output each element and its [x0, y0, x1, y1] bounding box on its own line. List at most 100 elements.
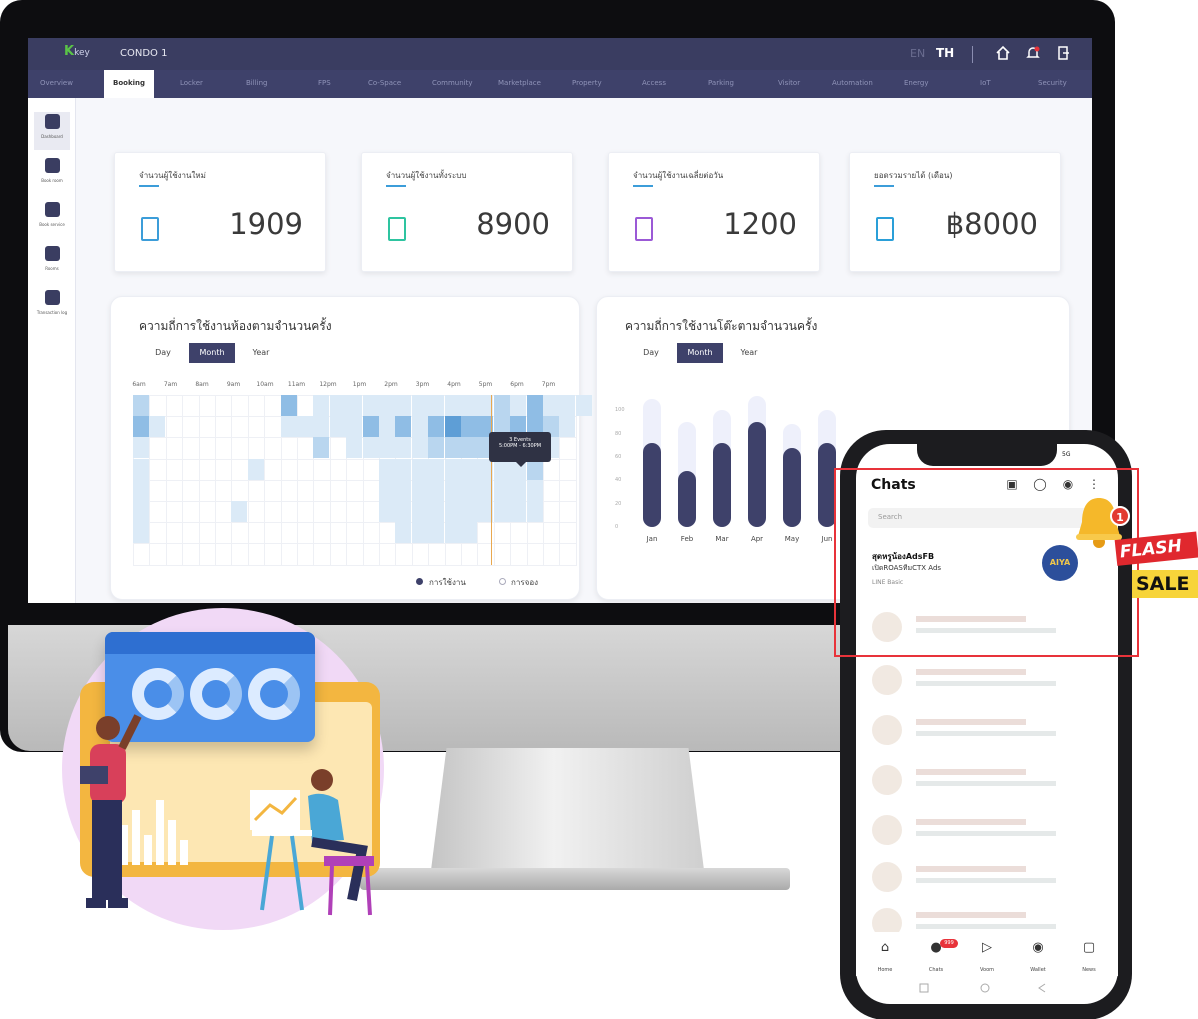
heatmap-cell[interactable] [133, 437, 149, 459]
heatmap-cell[interactable] [395, 395, 412, 416]
heatmap-cell[interactable] [411, 501, 428, 522]
tab-fps[interactable]: FPS [318, 79, 331, 87]
logo[interactable]: Kkey [64, 44, 106, 64]
heatmap-cell[interactable] [461, 501, 477, 522]
heatmap-cell[interactable] [346, 395, 363, 416]
heatmap-cell[interactable] [379, 501, 395, 522]
heatmap-cell[interactable] [559, 395, 576, 416]
lang-en-button[interactable]: EN [910, 47, 925, 60]
heatmap-cell[interactable] [395, 458, 412, 480]
heatmap-cell[interactable] [411, 437, 428, 459]
bar[interactable] [643, 443, 661, 527]
tab-visitor[interactable]: Visitor [778, 79, 800, 87]
heatmap-cell[interactable] [280, 416, 297, 438]
heatmap-cell[interactable] [395, 416, 412, 438]
tab-access[interactable]: Access [642, 79, 666, 87]
heatmap-cell[interactable] [493, 501, 510, 522]
heatmap-cell[interactable] [444, 395, 461, 416]
heatmap-cell[interactable] [379, 437, 395, 459]
heatmap-cell[interactable] [428, 395, 445, 416]
heatmap-cell[interactable] [461, 458, 477, 480]
sidebar-item-rooms[interactable]: Rooms [34, 244, 70, 282]
heatmap-cell[interactable] [444, 458, 461, 480]
tab-locker[interactable]: Locker [180, 79, 203, 87]
list-item[interactable] [872, 665, 1102, 699]
segment-year[interactable]: Year [727, 343, 771, 363]
list-item[interactable] [872, 862, 1102, 896]
heatmap-cell[interactable] [362, 416, 379, 438]
segment-month[interactable]: Month [189, 343, 235, 363]
heatmap-cell[interactable] [461, 416, 477, 438]
list-item[interactable] [872, 815, 1102, 849]
heatmap-cell[interactable] [395, 479, 412, 501]
heatmap-cell[interactable] [133, 458, 149, 480]
list-item[interactable] [872, 765, 1102, 799]
segment-day[interactable]: Day [141, 343, 185, 363]
bar[interactable] [783, 447, 801, 527]
heatmap-cell[interactable] [493, 395, 510, 416]
heatmap-cell[interactable] [411, 395, 428, 416]
tab-security[interactable]: Security [1038, 79, 1067, 87]
heatmap-cell[interactable] [346, 437, 363, 459]
heatmap-cell[interactable] [428, 437, 445, 459]
lang-th-button[interactable]: TH [936, 46, 954, 60]
heatmap-cell[interactable] [133, 416, 149, 438]
heatmap-cell[interactable] [461, 437, 477, 459]
heatmap-cell[interactable] [346, 416, 363, 438]
heatmap-cell[interactable] [329, 395, 346, 416]
heatmap-cell[interactable] [133, 479, 149, 501]
heatmap-cell[interactable] [461, 395, 477, 416]
tab-iot[interactable]: IoT [980, 79, 991, 87]
heatmap-cell[interactable] [362, 395, 379, 416]
heatmap-cell[interactable] [411, 479, 428, 501]
tab-overview[interactable]: Overview [40, 79, 73, 87]
heatmap-cell[interactable] [510, 479, 527, 501]
heatmap-cell[interactable] [379, 395, 395, 416]
heatmap-cell[interactable] [313, 437, 330, 459]
tab-energy[interactable]: Energy [904, 79, 929, 87]
heatmap-cell[interactable] [133, 395, 149, 416]
logout-icon[interactable] [1054, 45, 1072, 63]
heatmap-cell[interactable] [411, 522, 428, 544]
segment-day[interactable]: Day [629, 343, 673, 363]
heatmap-cell[interactable] [428, 416, 445, 438]
heatmap-cell[interactable] [379, 416, 395, 438]
heatmap-cell[interactable] [411, 458, 428, 480]
tab-billing[interactable]: Billing [246, 79, 267, 87]
heatmap-cell[interactable] [444, 479, 461, 501]
nav-news[interactable]: ▢ News [1069, 940, 1109, 975]
heatmap-cell[interactable] [461, 479, 477, 501]
heatmap-cell[interactable] [428, 501, 445, 522]
bar[interactable] [748, 422, 766, 527]
heatmap-cell[interactable] [428, 522, 445, 544]
heatmap-cell[interactable] [575, 395, 592, 416]
heatmap-cell[interactable] [362, 437, 379, 459]
tab-automation[interactable]: Automation [832, 79, 873, 87]
bell-icon[interactable] [1024, 45, 1042, 63]
heatmap-cell[interactable] [444, 501, 461, 522]
heatmap-cell[interactable] [395, 522, 412, 544]
heatmap-cell[interactable] [526, 479, 543, 501]
sidebar-item-transaction-log[interactable]: Transaction log [34, 288, 70, 326]
heatmap-cell[interactable] [313, 395, 330, 416]
heatmap-cell[interactable] [526, 501, 543, 522]
heatmap-cell[interactable] [411, 416, 428, 438]
tab-community[interactable]: Community [432, 79, 473, 87]
heatmap-cell[interactable] [428, 479, 445, 501]
heatmap-cell[interactable] [444, 437, 461, 459]
tab-property[interactable]: Property [572, 79, 602, 87]
sidebar-item-book-room[interactable]: Book room [34, 156, 70, 194]
heatmap-cell[interactable] [133, 501, 149, 522]
heatmap-cell[interactable] [493, 479, 510, 501]
heatmap-cell[interactable] [247, 458, 264, 480]
nav-voom[interactable]: ▷ Voom [967, 940, 1007, 975]
home-icon[interactable] [994, 45, 1012, 63]
nav-wallet[interactable]: ◉ Wallet [1018, 940, 1058, 975]
tab-parking[interactable]: Parking [708, 79, 734, 87]
heatmap-cell[interactable] [395, 437, 412, 459]
heatmap-cell[interactable] [444, 416, 461, 438]
heatmap-cell[interactable] [526, 395, 543, 416]
heatmap-cell[interactable] [329, 416, 346, 438]
heatmap-cell[interactable] [559, 416, 576, 438]
heatmap-cell[interactable] [543, 395, 559, 416]
